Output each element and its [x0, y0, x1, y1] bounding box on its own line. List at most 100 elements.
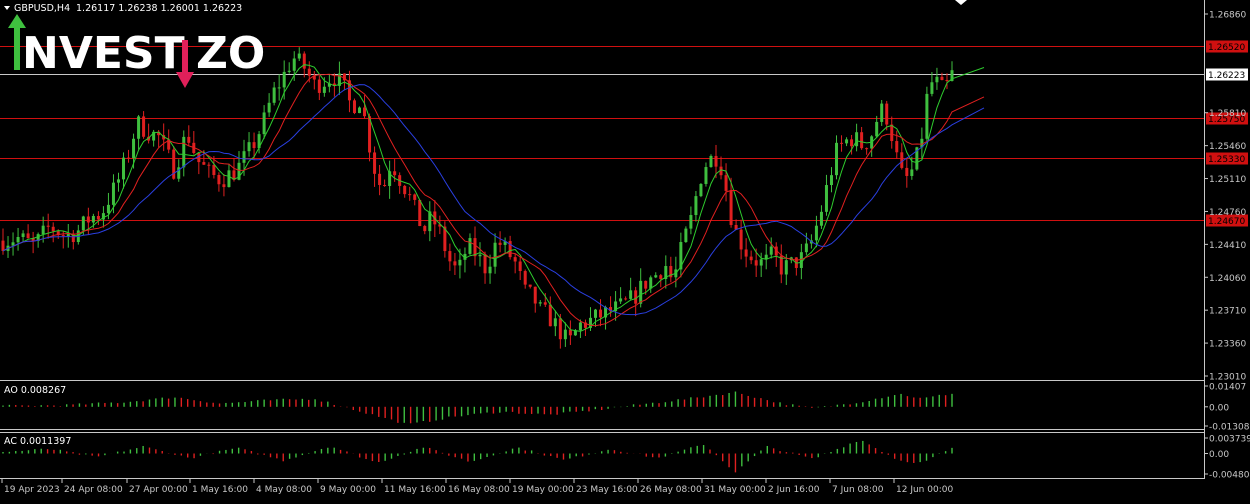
candle-body [905, 167, 909, 176]
candle-body [418, 199, 422, 227]
candle-body [880, 103, 884, 122]
time-tick-label: 19 May 00:00 [512, 485, 574, 495]
candle-body [900, 152, 904, 168]
candle-body [724, 175, 728, 191]
candle-body [187, 136, 191, 143]
candle-body [41, 225, 45, 235]
time-tick-label: 1 May 16:00 [192, 485, 248, 495]
candle-body [267, 102, 271, 113]
candle-body [317, 79, 321, 93]
candle-body [814, 225, 818, 241]
candle-body [51, 226, 55, 232]
candle-body [543, 302, 547, 305]
candle-body [523, 271, 527, 285]
candle-body [629, 290, 633, 299]
time-tick-label: 11 May 16:00 [384, 485, 446, 495]
trading-chart[interactable]: 0.01407 0.00 -0.013086 0.0037393 0.00 -0.004… [0, 0, 1250, 500]
candle-body [202, 162, 206, 165]
ao-indicator-title: AO 0.008267 [4, 385, 66, 396]
ohlc-readout: 1.26117 1.26238 1.26001 1.26223 [76, 3, 242, 14]
time-tick-label: 24 Apr 08:00 [64, 485, 123, 495]
candle-body [96, 215, 100, 220]
candle-body [182, 136, 186, 168]
candle-body [684, 228, 688, 243]
candle-body [458, 259, 462, 266]
candle-body [744, 249, 748, 257]
candle-body [378, 173, 382, 186]
candle-body [26, 233, 30, 239]
price-tick-label: 1.23360 [1209, 340, 1246, 350]
candle-body [945, 79, 949, 81]
candle-body [413, 194, 417, 200]
candle-body [137, 116, 141, 139]
candle-body [754, 260, 758, 266]
ao-tick-label: 0.00 [1209, 403, 1229, 413]
candle-body [217, 175, 221, 185]
candle-body [759, 259, 763, 266]
candle-body [478, 254, 482, 257]
candle-body [322, 86, 326, 93]
candle-body [212, 164, 216, 176]
candle-body [644, 280, 648, 289]
level-price-label: 1.26520 [1208, 43, 1245, 53]
ac-indicator-title: AC 0.0011397 [4, 436, 71, 447]
candle-body [373, 152, 377, 174]
candle-body [784, 260, 788, 275]
candle-body [649, 277, 653, 289]
price-tick-label: 1.25110 [1209, 175, 1246, 185]
candle-body [116, 179, 120, 183]
price-tick-label: 1.25810 [1209, 109, 1246, 119]
ao-tick-label: -0.013086 [1209, 423, 1250, 433]
candle-body [81, 216, 85, 231]
candle-body [819, 211, 823, 226]
candle-body [111, 182, 115, 205]
price-tick-label: 1.24410 [1209, 241, 1246, 251]
time-tick-label: 26 May 08:00 [640, 485, 702, 495]
candle-body [483, 254, 487, 274]
candle-body [518, 261, 522, 272]
candle-body [358, 107, 362, 114]
ac-tick-label: 0.00 [1209, 450, 1229, 460]
candle-body [599, 309, 603, 318]
chart-header: GBPUSD,H4 1.26117 1.26238 1.26001 1.2622… [4, 3, 242, 14]
candle-body [855, 132, 859, 147]
candle-body [829, 175, 833, 186]
candle-body [935, 76, 939, 83]
candle-body [106, 204, 110, 214]
candle-body [769, 246, 773, 255]
candle-body [910, 169, 914, 176]
candle-body [383, 185, 387, 187]
candle-body [538, 302, 542, 304]
candle-body [699, 183, 703, 197]
ac-tick-label: -0.004804 [1209, 471, 1250, 481]
price-tick-label: 1.24760 [1209, 208, 1246, 218]
candle-body [493, 242, 497, 267]
candle-body [709, 155, 713, 168]
candle-body [689, 215, 693, 229]
candle-body [639, 280, 643, 304]
level-price-label: 1.24670 [1208, 217, 1245, 227]
price-tick-label: 1.23710 [1209, 307, 1246, 317]
candle-body [533, 286, 537, 304]
candle-body [624, 298, 628, 300]
candle-body [227, 170, 231, 188]
candle-body [528, 284, 532, 287]
candle-body [885, 103, 889, 125]
candle-body [694, 196, 698, 216]
candle-body [845, 139, 849, 144]
candle-body [197, 152, 201, 163]
candle-body [925, 93, 929, 139]
candle-body [86, 216, 90, 223]
candle-body [563, 329, 567, 340]
candle-body [247, 142, 251, 152]
candle-body [704, 167, 708, 184]
candle-body [277, 87, 281, 89]
candle-body [127, 157, 131, 159]
candle-body [890, 124, 894, 142]
candle-body [824, 185, 828, 212]
candle-body [875, 121, 879, 137]
chart-canvas[interactable]: 0.01407 0.00 -0.013086 0.0037393 0.00 -0.004… [0, 0, 1250, 500]
candle-body [513, 257, 517, 262]
candle-body [91, 215, 95, 223]
candle-body [393, 171, 397, 176]
